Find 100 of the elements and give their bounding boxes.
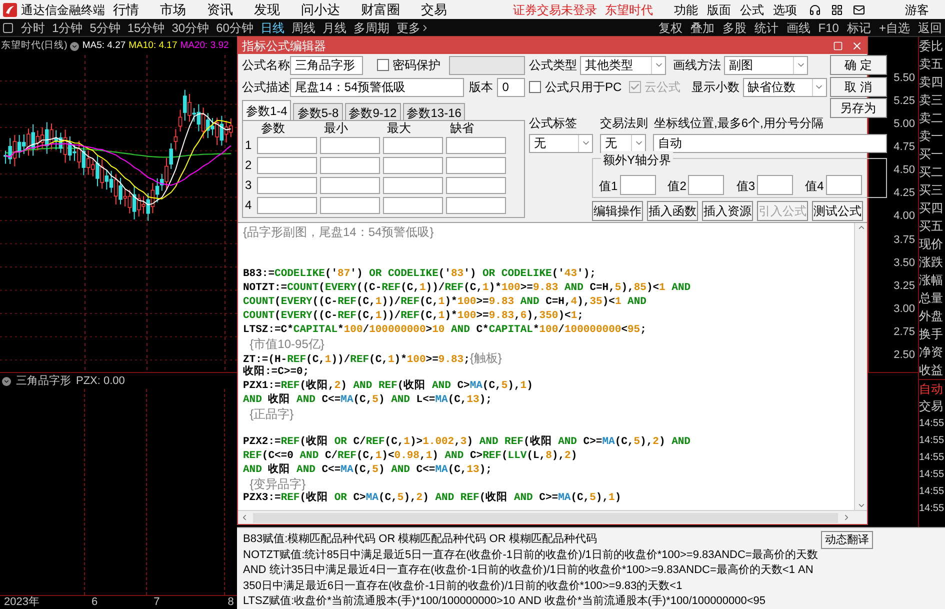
dialog-button[interactable]: 插入资源 bbox=[702, 201, 753, 221]
trade-label[interactable]: 交易 bbox=[919, 397, 945, 415]
menu-item[interactable]: 版面 bbox=[707, 0, 731, 18]
param-field[interactable] bbox=[257, 156, 317, 174]
param-field[interactable] bbox=[320, 176, 380, 194]
param-field[interactable] bbox=[446, 196, 506, 214]
dialog-button[interactable]: 测试公式 bbox=[812, 201, 863, 221]
toolbar-button[interactable]: 画线 bbox=[786, 18, 810, 36]
period-tab[interactable]: 月线 bbox=[322, 18, 346, 36]
menu-item[interactable]: 功能 bbox=[674, 0, 698, 18]
param-field[interactable] bbox=[257, 136, 317, 154]
mode-label[interactable]: 自动 bbox=[919, 379, 945, 397]
period-tab[interactable]: 周线 bbox=[291, 18, 316, 36]
dialog-button[interactable]: 编辑操作 bbox=[592, 201, 643, 221]
price-label: 4.00 bbox=[894, 210, 915, 224]
formula-name-field[interactable]: 三角品字形 bbox=[290, 56, 363, 74]
param-field[interactable] bbox=[446, 156, 506, 174]
quote-label: 卖一 bbox=[919, 128, 944, 145]
vertical-scrollbar[interactable] bbox=[854, 223, 867, 510]
menu-item[interactable]: 问小达 bbox=[301, 0, 340, 20]
dialog-button[interactable]: 确 定 bbox=[830, 55, 887, 75]
toolbar-button[interactable]: 叠加 bbox=[690, 18, 714, 36]
period-tab[interactable]: 60分钟 bbox=[216, 18, 254, 36]
code-editor[interactable] bbox=[238, 223, 854, 510]
scroll-up-icon[interactable] bbox=[856, 223, 866, 232]
toolbar-button[interactable]: F10 bbox=[818, 18, 839, 36]
user-name[interactable]: 游客 bbox=[905, 0, 929, 18]
bound-field[interactable] bbox=[826, 175, 862, 195]
param-field[interactable] bbox=[446, 176, 506, 194]
decimals-select[interactable]: 缺省位数 bbox=[742, 78, 827, 96]
period-tab[interactable]: 分时 bbox=[21, 18, 45, 36]
scroll-right-icon[interactable] bbox=[842, 513, 851, 522]
mail-icon[interactable] bbox=[853, 4, 865, 16]
scroll-down-icon[interactable] bbox=[856, 501, 866, 510]
menu-item[interactable]: 资讯 bbox=[207, 0, 233, 20]
bound-field[interactable] bbox=[620, 175, 656, 195]
toolbar-button[interactable]: +自选 bbox=[878, 18, 910, 36]
param-field[interactable] bbox=[257, 176, 317, 194]
menu-item[interactable]: 选项 bbox=[773, 0, 797, 18]
param-field[interactable] bbox=[383, 136, 443, 154]
version-field[interactable]: 0 bbox=[497, 78, 525, 96]
indicator-title: 三角品字形 bbox=[16, 374, 71, 389]
password-field[interactable] bbox=[448, 56, 525, 74]
formula-type-select[interactable]: 其他类型 bbox=[580, 56, 666, 74]
price-label: 3.75 bbox=[894, 234, 915, 248]
quote-label: 买四 bbox=[919, 200, 944, 217]
bound-field[interactable] bbox=[757, 175, 794, 195]
axis-lines-field[interactable]: 自动 bbox=[653, 134, 887, 152]
panel-icon[interactable] bbox=[3, 22, 13, 32]
menu-item[interactable]: 财富圈 bbox=[361, 0, 400, 20]
period-tab[interactable]: 日线 bbox=[260, 18, 284, 36]
field-label: 公式描述 bbox=[242, 79, 288, 96]
menu-item[interactable]: 公式 bbox=[740, 0, 764, 18]
trade-rule-select[interactable]: 无 bbox=[600, 134, 646, 152]
translate-button[interactable]: 动态翻译 bbox=[821, 531, 873, 549]
period-tab[interactable]: 1分钟 bbox=[52, 18, 83, 36]
param-field[interactable] bbox=[446, 136, 506, 154]
scroll-left-icon[interactable] bbox=[240, 513, 249, 522]
menu-item[interactable]: 发现 bbox=[254, 0, 280, 20]
price-label: 4.75 bbox=[894, 141, 915, 156]
param-field[interactable] bbox=[383, 176, 443, 194]
param-field[interactable] bbox=[383, 156, 443, 174]
close-icon[interactable] bbox=[851, 40, 863, 52]
grid-icon[interactable] bbox=[831, 4, 843, 16]
draw-method-select[interactable]: 副图 bbox=[724, 56, 808, 74]
param-tab[interactable]: 参数1-4 bbox=[242, 100, 292, 120]
toolbar-button[interactable]: 标记 bbox=[846, 18, 871, 36]
menu-item[interactable]: 行情 bbox=[113, 0, 139, 20]
pc-only-checkbox[interactable] bbox=[529, 81, 541, 93]
param-field[interactable] bbox=[383, 196, 443, 214]
dialog-button[interactable]: 插入函数 bbox=[647, 201, 698, 221]
param-field[interactable] bbox=[320, 136, 380, 154]
dialog-button[interactable]: 取 消 bbox=[830, 77, 887, 97]
password-checkbox[interactable] bbox=[376, 59, 389, 71]
param-field[interactable] bbox=[320, 156, 380, 174]
period-tab[interactable]: 多周期 bbox=[353, 18, 390, 36]
bound-field[interactable] bbox=[688, 175, 724, 195]
period-tab[interactable]: 15分钟 bbox=[127, 18, 165, 36]
period-tab[interactable]: 30分钟 bbox=[172, 18, 210, 36]
param-field[interactable] bbox=[257, 196, 317, 214]
horizontal-scrollbar[interactable] bbox=[238, 510, 867, 524]
headset-icon[interactable] bbox=[809, 4, 821, 16]
param-field[interactable] bbox=[320, 196, 380, 214]
param-tab[interactable]: 参数5-8 bbox=[293, 103, 343, 120]
param-tab[interactable]: 参数13-16 bbox=[402, 103, 466, 120]
menu-item[interactable]: 交易 bbox=[421, 0, 447, 20]
maximize-icon[interactable] bbox=[833, 40, 843, 50]
param-tab[interactable]: 参数9-12 bbox=[344, 103, 401, 120]
formula-description-field[interactable]: 尾盘14：54预警低吸 bbox=[290, 78, 464, 96]
toolbar-button[interactable]: 返回 bbox=[918, 18, 942, 36]
more-button[interactable]: 更多 bbox=[396, 18, 420, 36]
dialog-button[interactable]: 另存为 bbox=[830, 98, 887, 118]
formula-tag-select[interactable]: 无 bbox=[529, 134, 593, 152]
toolbar-button[interactable]: 统计 bbox=[754, 18, 778, 36]
toolbar-button[interactable]: 多股 bbox=[722, 18, 746, 36]
menu-item[interactable]: 市场 bbox=[160, 0, 186, 20]
code-line: {变异品字} bbox=[248, 477, 306, 491]
period-tab[interactable]: 5分钟 bbox=[90, 18, 120, 36]
toolbar-button[interactable]: 复权 bbox=[658, 18, 682, 36]
login-status[interactable]: 证券交易未登录 bbox=[513, 0, 597, 18]
